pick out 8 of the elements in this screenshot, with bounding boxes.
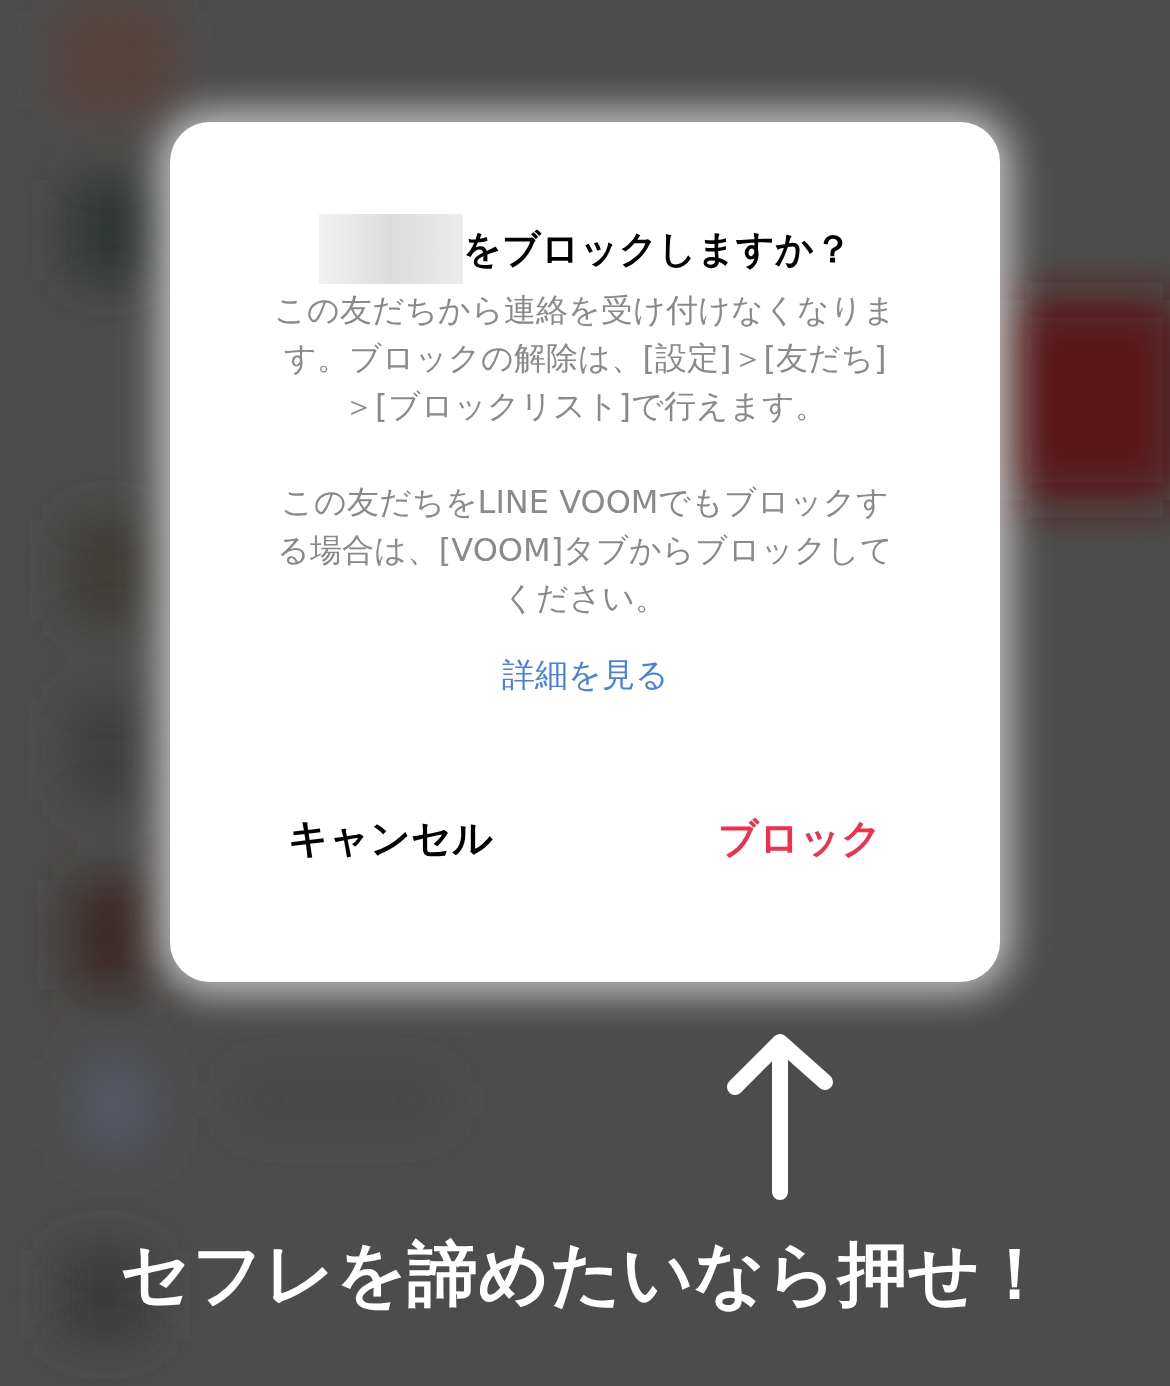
- dialog-message: この友だちをLINE VOOMでもブロックする場合は、[VOOM]タブからブロックしてください。: [275, 482, 895, 619]
- dialog-title: をブロックしますか？: [462, 225, 852, 273]
- dialog-message: この友だちから連絡を受け付けなくなります。ブロックの解除は、[設定]＞[友だち]＞[ブロックリスト]で行えます。: [273, 290, 897, 427]
- arrow-up-icon: [725, 1032, 835, 1202]
- annotation-caption: セフレを諦めたいなら押せ！: [120, 1232, 1050, 1317]
- details-link[interactable]: 詳細を見る: [501, 650, 669, 700]
- block-button[interactable]: ブロック: [718, 807, 882, 868]
- cancel-button[interactable]: キャンセル: [288, 807, 493, 868]
